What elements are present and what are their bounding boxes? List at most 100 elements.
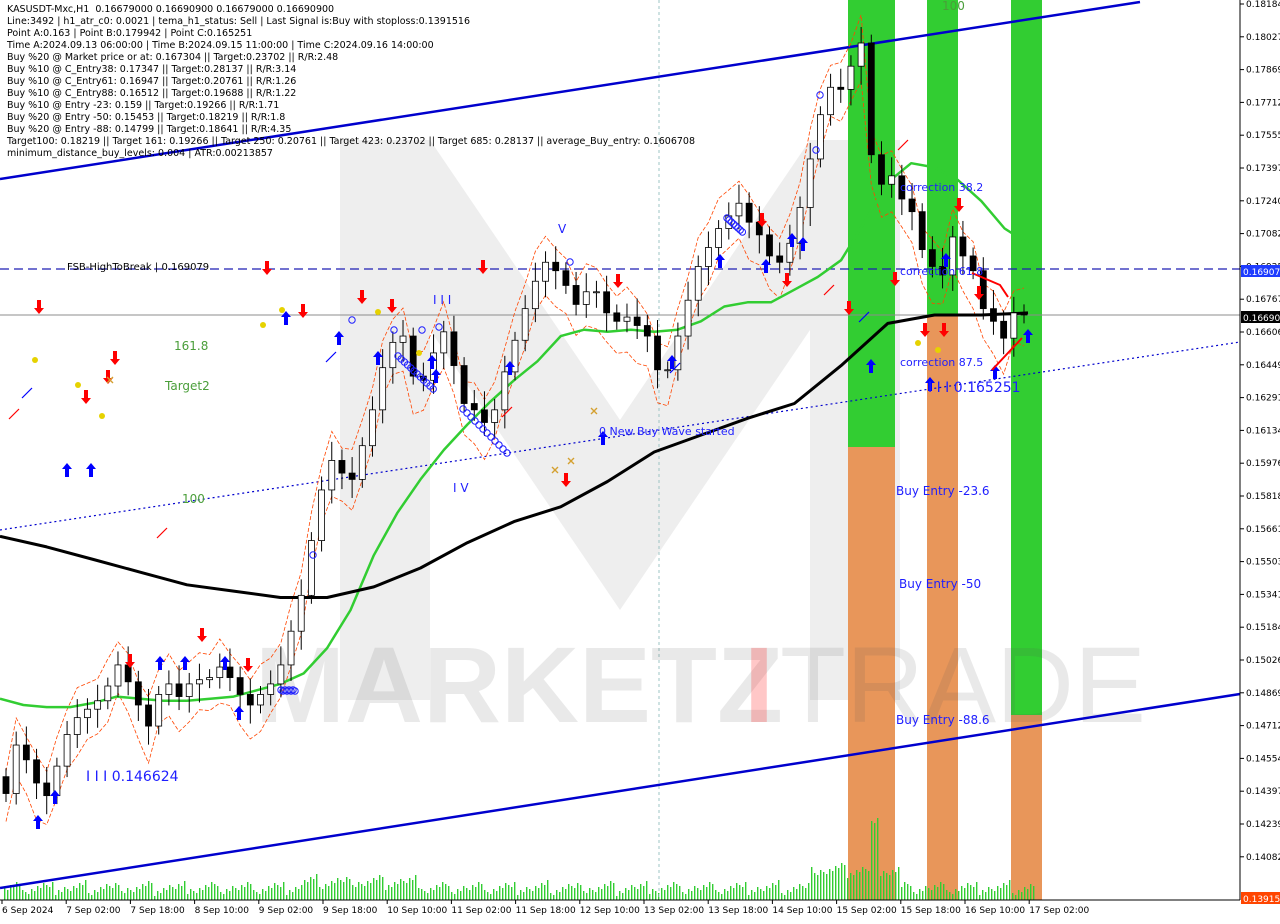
candle-down [867,42,875,156]
candle-down [572,285,580,305]
info-line: Buy %20 @ Market price or at: 0.167304 |… [7,52,339,63]
volume-bar [211,882,213,900]
volume-bar [331,881,333,900]
volume-bar [217,886,219,900]
volume-bar [367,881,369,900]
x-tick-label: 6 Sep 2024 [2,906,54,916]
buy-zone-orange [927,315,958,900]
candle-down [338,460,346,474]
volume-bar [1030,884,1032,900]
volume-bar [448,886,450,900]
candle-up [307,540,315,596]
volume-bar [70,891,72,900]
watermark-i: I [744,624,774,745]
volume-bar [826,874,828,900]
y-tick-label: 0.16449 [1246,361,1280,371]
volume-bar [154,896,156,900]
volume-bar [322,889,324,900]
info-line: Buy %20 @ Entry -50: 0.15453 || Target:0… [7,112,286,123]
volume-bar [55,895,57,900]
volume-bar [106,884,108,900]
volume-bar [754,892,756,900]
buy-zone-green [1011,0,1042,715]
volume-bar [805,888,807,900]
candle-up [440,331,448,354]
volume-bar [583,891,585,900]
star-marker-icon [260,322,266,328]
volume-bar [1006,885,1008,900]
volume-bar [199,888,201,900]
volume-bar [925,886,927,900]
volume-bar [295,887,297,900]
candle-up [542,261,549,282]
candle-up [277,664,285,685]
candle-down [175,683,183,697]
y-tick-label: 0.17869 [1246,66,1280,76]
volume-bar [220,892,222,900]
volume-bar [379,875,381,900]
volume-bar [796,889,798,900]
volume-bar [349,879,351,900]
volume-bar [739,885,741,900]
candle-up [185,683,193,697]
volume-bar [883,871,885,900]
label-wave-0165251: I I I 0.165251 [928,380,1021,396]
buy-zones [848,0,1042,900]
volume-bar [478,882,480,900]
volume-bar [370,883,372,900]
volume-bar [421,889,423,900]
label-target2: Target2 [164,379,210,393]
volume-bar [415,875,417,900]
volume-bar [121,891,123,900]
candle-down [603,291,611,314]
volume-bar [76,888,78,900]
volume-bar [724,889,726,900]
volume-bar [352,885,354,900]
volume-bar [382,877,384,900]
candle-down [246,694,254,706]
volume-bar [748,895,750,900]
volume-bar [496,891,498,900]
volume-bar [94,890,96,900]
volume-bar [334,883,336,900]
candle-down [1020,312,1028,316]
volume-bar [385,890,387,900]
volume-bar [700,890,702,900]
candle-down [959,236,967,257]
volume-bar [961,886,963,900]
candle-up [206,677,214,681]
info-line: Buy %10 @ C_Entry88: 0.16512 || Target:0… [7,88,297,99]
volume-bar [643,886,645,900]
label-wave-v: V [558,222,567,236]
volume-bar [247,882,249,900]
volume-bar [772,883,774,900]
volume-bar [667,885,669,900]
label-fib-100: 100 [182,492,205,506]
label-top-100: 100 [942,0,965,13]
volume-bar [589,888,591,900]
volume-bar [274,883,276,900]
candle-up [694,266,702,301]
volume-bar [625,888,627,900]
volume-bar [61,892,63,900]
volume-bar [397,884,399,900]
candle-up [623,316,631,322]
volume-bar [43,883,45,900]
volume-bar [715,890,717,900]
volume-bar [361,884,363,900]
volume-bar [430,888,432,900]
volume-bar [532,891,534,900]
volume-bar [838,868,840,900]
volume-bar [25,892,27,900]
candle-down [33,759,40,784]
volume-bar [22,890,24,900]
volume-bar [646,881,648,900]
candle-up [63,734,71,767]
volume-bar [637,889,639,900]
volume-bar [358,882,360,900]
volume-bar [676,884,678,900]
info-line: Buy %10 @ C_Entry61: 0.16947 || Target:0… [7,76,297,87]
volume-bar [511,887,513,900]
volume-bar [85,880,87,900]
volume-bar [958,891,960,900]
